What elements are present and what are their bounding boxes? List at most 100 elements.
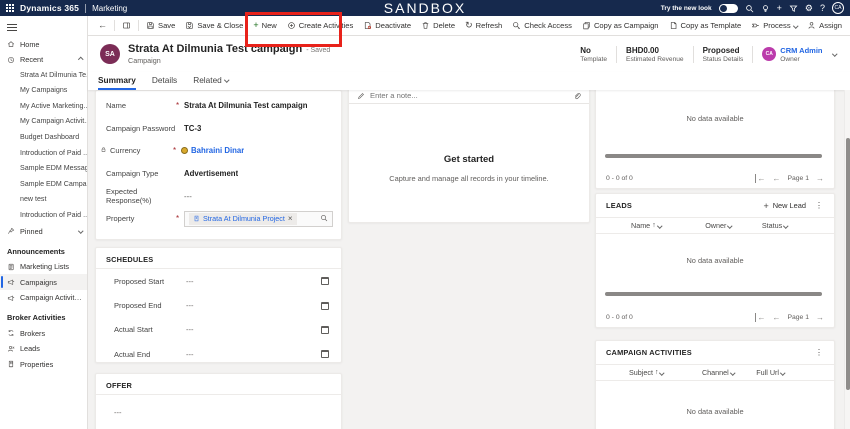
create-activities-button[interactable]: Create Activities bbox=[282, 16, 358, 35]
help-icon[interactable]: ? bbox=[820, 3, 825, 13]
new-look-toggle[interactable] bbox=[718, 3, 738, 13]
owner-field[interactable]: CA CRM Admin Owner bbox=[752, 45, 828, 63]
collapse-chevron-icon[interactable] bbox=[77, 57, 83, 63]
expected-response-value[interactable]: --- bbox=[184, 192, 192, 201]
name-value[interactable]: Strata At Dilmunia Test campaign bbox=[184, 101, 307, 110]
recent-item[interactable]: Sample EDM Campai... bbox=[0, 177, 87, 193]
lookup-search-icon[interactable] bbox=[320, 214, 328, 224]
check-access-icon bbox=[513, 22, 521, 29]
column-header-channel[interactable]: Channel bbox=[702, 368, 735, 377]
sidebar-item-pinned[interactable]: Pinned bbox=[0, 223, 87, 239]
first-page-icon[interactable]: ← bbox=[755, 312, 765, 322]
horizontal-scrollbar[interactable] bbox=[605, 154, 822, 158]
column-header-owner[interactable]: Owner bbox=[705, 221, 733, 230]
sidebar-item-home[interactable]: Home bbox=[0, 37, 87, 53]
process-button[interactable]: Process bbox=[746, 16, 802, 35]
quick-create-plus-icon[interactable]: + bbox=[777, 3, 782, 13]
recent-item[interactable]: Budget Dashboard bbox=[0, 130, 87, 146]
column-header-status[interactable]: Status bbox=[762, 221, 789, 230]
column-header-name[interactable]: Name ↑ bbox=[631, 221, 662, 230]
save-and-close-button[interactable]: Save & Close bbox=[180, 16, 248, 35]
grid-footer: 0 - 0 of 0 ← ← Page 1 → bbox=[596, 168, 834, 188]
copy-as-campaign-button[interactable]: Copy as Campaign bbox=[577, 16, 664, 35]
campaign-type-value[interactable]: Advertisement bbox=[184, 169, 238, 178]
vertical-scrollbar[interactable] bbox=[844, 90, 850, 429]
copy-as-template-button[interactable]: Copy as Template bbox=[664, 16, 747, 35]
tab-summary[interactable]: Summary bbox=[98, 75, 136, 90]
lock-icon bbox=[100, 146, 107, 155]
property-chip[interactable]: Strata At Dilmunia Project × bbox=[189, 212, 297, 225]
recent-item[interactable]: Strata At Dilmunia Te... bbox=[0, 68, 87, 84]
column-header-subject[interactable]: Subject ↑ bbox=[629, 368, 665, 377]
more-vertical-icon[interactable]: ⋮ bbox=[812, 201, 826, 210]
currency-lookup-value[interactable]: Bahraini Dinar bbox=[181, 146, 244, 155]
deactivate-button[interactable]: Deactivate bbox=[358, 16, 416, 35]
calendar-icon[interactable] bbox=[321, 301, 329, 310]
sidebar-item-campaign-activities[interactable]: Campaign Activities bbox=[0, 290, 87, 306]
expand-chevron-icon[interactable] bbox=[77, 228, 83, 234]
back-button[interactable]: ← bbox=[93, 16, 112, 35]
refresh-button[interactable]: ↻ Refresh bbox=[460, 16, 507, 35]
hamburger-menu-icon[interactable] bbox=[0, 16, 87, 37]
actual-end-value[interactable]: --- bbox=[186, 350, 321, 359]
sidebar-item-leads[interactable]: Leads bbox=[0, 341, 87, 357]
column-header-full-url[interactable]: Full Url bbox=[756, 368, 786, 377]
horizontal-scrollbar[interactable] bbox=[605, 292, 822, 296]
app-title[interactable]: Dynamics 365 bbox=[20, 3, 79, 13]
remove-chip-icon[interactable]: × bbox=[288, 214, 293, 223]
sidebar-item-properties[interactable]: Properties bbox=[0, 356, 87, 372]
timeline-empty-title: Get started bbox=[443, 154, 495, 165]
proposed-start-value[interactable]: --- bbox=[186, 277, 321, 286]
calendar-icon[interactable] bbox=[321, 325, 329, 334]
recent-item[interactable]: Sample EDM Message bbox=[0, 161, 87, 177]
new-button[interactable]: + New bbox=[248, 16, 281, 35]
header-expand-chevron-icon[interactable] bbox=[831, 51, 837, 57]
filter-icon[interactable] bbox=[789, 4, 798, 13]
sidebar-item-brokers[interactable]: Brokers bbox=[0, 325, 87, 341]
leads-panel: LEADS + New Lead ⋮ Name ↑ Owner Status N… bbox=[595, 193, 835, 328]
sidebar-item-campaigns[interactable]: Campaigns bbox=[0, 274, 87, 290]
open-side-pane-button[interactable] bbox=[117, 16, 136, 35]
lightbulb-icon[interactable] bbox=[761, 4, 770, 13]
sidebar-item-recent[interactable]: Recent bbox=[0, 52, 87, 68]
scrollbar-thumb[interactable] bbox=[846, 138, 850, 390]
record-avatar: SA bbox=[100, 44, 120, 64]
next-page-icon[interactable]: → bbox=[816, 313, 824, 322]
offer-value[interactable]: --- bbox=[96, 395, 341, 417]
megaphone-icon bbox=[7, 279, 15, 286]
save-button[interactable]: Save bbox=[141, 16, 180, 35]
more-vertical-icon[interactable]: ⋮ bbox=[812, 348, 826, 357]
check-access-button[interactable]: Check Access bbox=[507, 16, 577, 35]
delete-button[interactable]: Delete bbox=[416, 16, 460, 35]
next-page-icon[interactable]: → bbox=[816, 174, 824, 183]
new-lead-button[interactable]: + New Lead bbox=[763, 201, 806, 211]
settings-gear-icon[interactable]: ⚙ bbox=[805, 3, 813, 13]
assign-button[interactable]: Assign bbox=[802, 16, 847, 35]
owner-link[interactable]: CRM Admin bbox=[780, 46, 822, 55]
paperclip-icon[interactable] bbox=[573, 92, 581, 100]
recent-item[interactable]: My Campaigns bbox=[0, 83, 87, 99]
chevron-down-icon bbox=[659, 370, 665, 375]
actual-start-value[interactable]: --- bbox=[186, 325, 321, 334]
recent-item[interactable]: Introduction of Paid ... bbox=[0, 146, 87, 162]
recent-item[interactable]: My Active Marketing... bbox=[0, 99, 87, 115]
waffle-menu-icon[interactable] bbox=[6, 4, 14, 12]
proposed-end-value[interactable]: --- bbox=[186, 301, 321, 310]
first-page-icon[interactable]: ← bbox=[755, 173, 765, 183]
previous-page-icon[interactable]: ← bbox=[772, 174, 780, 183]
user-avatar[interactable]: CA bbox=[832, 2, 844, 14]
note-input[interactable] bbox=[370, 91, 568, 100]
password-value[interactable]: TC-3 bbox=[184, 124, 201, 133]
recent-item[interactable]: My Campaign Activit... bbox=[0, 114, 87, 130]
property-lookup-input[interactable]: Strata At Dilmunia Project × bbox=[184, 210, 333, 227]
recent-item[interactable]: Introduction of Paid ... bbox=[0, 208, 87, 224]
tab-related[interactable]: Related bbox=[193, 75, 230, 90]
search-icon[interactable] bbox=[745, 4, 754, 13]
sidebar-item-marketing-lists[interactable]: Marketing Lists bbox=[0, 259, 87, 275]
tab-details[interactable]: Details bbox=[152, 75, 177, 90]
recent-item[interactable]: new test bbox=[0, 192, 87, 208]
previous-page-icon[interactable]: ← bbox=[772, 313, 780, 322]
calendar-icon[interactable] bbox=[321, 277, 329, 286]
area-name[interactable]: Marketing bbox=[92, 4, 127, 13]
calendar-icon[interactable] bbox=[321, 350, 329, 359]
